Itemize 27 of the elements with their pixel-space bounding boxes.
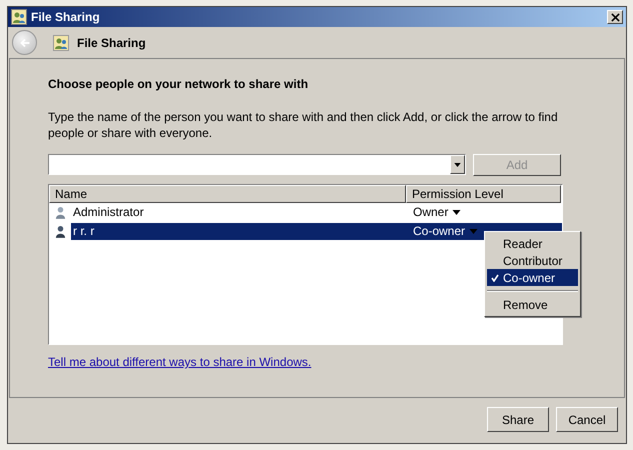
dialog-button[interactable]: Share <box>487 407 549 432</box>
user-icon <box>55 206 66 219</box>
caret-icon <box>469 229 478 234</box>
close-icon <box>610 12 620 22</box>
menu-item[interactable]: Co-owner <box>487 269 578 286</box>
instructions: Type the name of the person you want to share with and then click Add, or click the arrow to find people or share with everyone. <box>48 109 559 141</box>
name-combo-box[interactable] <box>48 154 466 175</box>
people-icon <box>11 9 27 25</box>
page-title: File Sharing <box>77 36 146 50</box>
menu-item[interactable]: Contributor <box>487 252 578 269</box>
column-header[interactable]: Permission Level <box>406 185 561 203</box>
user-row[interactable]: r r. r Co-owner <box>71 223 562 240</box>
caret-icon <box>452 210 462 215</box>
user-row[interactable]: Administrator Owner <box>71 204 562 221</box>
close-button[interactable] <box>607 10 623 24</box>
window-title: File Sharing <box>31 10 101 24</box>
permission-level[interactable]: Co-owner <box>413 223 478 240</box>
checkmark-icon <box>491 274 499 282</box>
menu-item[interactable]: Remove <box>487 296 578 313</box>
user-icon <box>55 225 66 238</box>
people-icon <box>53 34 69 50</box>
heading: Choose people on your network to share with <box>48 77 310 91</box>
help-link[interactable]: Tell me about different ways to share in Windows. <box>48 355 312 369</box>
column-header[interactable]: Name <box>49 185 406 203</box>
back-button[interactable] <box>12 30 37 55</box>
permission-level[interactable]: Owner <box>413 204 462 221</box>
dialog-button[interactable]: Cancel <box>556 407 618 432</box>
